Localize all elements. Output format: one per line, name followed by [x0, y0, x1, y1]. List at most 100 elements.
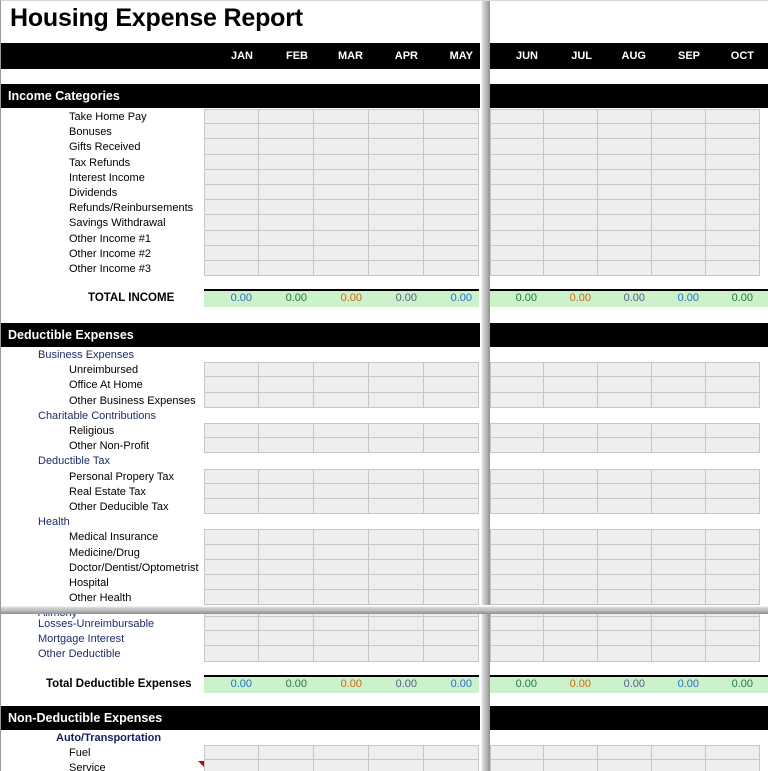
- income-row-10-cell-sep[interactable]: [652, 261, 706, 277]
- deductible-row-8-cell-mar[interactable]: [314, 468, 369, 484]
- deductible-below-row-1-cell-apr[interactable]: [369, 631, 424, 647]
- deductible-row-1-cell-sep[interactable]: [652, 362, 706, 378]
- deductible-below-row-0-cell-jun[interactable]: [490, 616, 544, 632]
- deductible-row-14-cell-jan[interactable]: [204, 559, 259, 575]
- deductible-row-9-cell-oct[interactable]: [706, 483, 760, 499]
- nondeductible-row-1-cell-sep[interactable]: [652, 745, 706, 761]
- deductible-row-14-cell-feb[interactable]: [259, 559, 314, 575]
- deductible-below-row-2-cell-jul[interactable]: [544, 646, 598, 662]
- deductible-row-13-cell-jul[interactable]: [544, 544, 598, 560]
- income-row-5-cell-jun[interactable]: [490, 185, 544, 201]
- income-row-7-cell-jun[interactable]: [490, 215, 544, 231]
- nondeductible-row-1-cell-apr[interactable]: [369, 745, 424, 761]
- deductible-row-8-cell-feb[interactable]: [259, 468, 314, 484]
- deductible-below-row-0-cell-oct[interactable]: [706, 616, 760, 632]
- nondeductible-row-1-cell-may[interactable]: [424, 745, 479, 761]
- deductible-row-2-cell-apr[interactable]: [369, 377, 424, 393]
- deductible-row-2-cell-sep[interactable]: [652, 377, 706, 393]
- deductible-row-6-cell-jun[interactable]: [490, 438, 544, 454]
- deductible-row-3-cell-jan[interactable]: [204, 392, 259, 408]
- income-row-6-cell-apr[interactable]: [369, 200, 424, 216]
- income-row-2-cell-may[interactable]: [424, 139, 479, 155]
- nondeductible-row-2-cell-may[interactable]: [424, 760, 479, 771]
- deductible-row-3-cell-may[interactable]: [424, 392, 479, 408]
- income-row-2-cell-aug[interactable]: [598, 139, 652, 155]
- deductible-row-3-cell-feb[interactable]: [259, 392, 314, 408]
- deductible-below-row-0-cell-feb[interactable]: [259, 616, 314, 632]
- nondeductible-row-1-cell-oct[interactable]: [706, 745, 760, 761]
- income-row-3-cell-oct[interactable]: [706, 154, 760, 170]
- deductible-below-row-0-cell-sep[interactable]: [652, 616, 706, 632]
- income-row-2-cell-sep[interactable]: [652, 139, 706, 155]
- income-row-0-cell-may[interactable]: [424, 109, 479, 125]
- deductible-row-13-cell-sep[interactable]: [652, 544, 706, 560]
- deductible-row-6-cell-apr[interactable]: [369, 438, 424, 454]
- income-row-1-cell-jul[interactable]: [544, 124, 598, 140]
- income-row-3-cell-may[interactable]: [424, 154, 479, 170]
- deductible-row-13-cell-may[interactable]: [424, 544, 479, 560]
- income-row-5-cell-oct[interactable]: [706, 185, 760, 201]
- income-row-6-cell-aug[interactable]: [598, 200, 652, 216]
- income-row-7-cell-may[interactable]: [424, 215, 479, 231]
- deductible-row-10-cell-aug[interactable]: [598, 499, 652, 515]
- income-row-8-cell-feb[interactable]: [259, 230, 314, 246]
- deductible-row-5-cell-oct[interactable]: [706, 423, 760, 439]
- income-row-4-cell-jan[interactable]: [204, 169, 259, 185]
- deductible-row-8-cell-sep[interactable]: [652, 468, 706, 484]
- deductible-below-row-2-cell-jun[interactable]: [490, 646, 544, 662]
- deductible-below-row-1-cell-jun[interactable]: [490, 631, 544, 647]
- deductible-below-row-2-cell-sep[interactable]: [652, 646, 706, 662]
- deductible-below-row-1-cell-oct[interactable]: [706, 631, 760, 647]
- deductible-row-1-cell-may[interactable]: [424, 362, 479, 378]
- deductible-row-5-cell-mar[interactable]: [314, 423, 369, 439]
- deductible-row-1-cell-jan[interactable]: [204, 362, 259, 378]
- income-row-9-cell-jan[interactable]: [204, 245, 259, 261]
- income-row-8-cell-oct[interactable]: [706, 230, 760, 246]
- nondeductible-row-2-cell-oct[interactable]: [706, 760, 760, 771]
- deductible-row-2-cell-oct[interactable]: [706, 377, 760, 393]
- deductible-row-5-cell-sep[interactable]: [652, 423, 706, 439]
- deductible-row-14-cell-jul[interactable]: [544, 559, 598, 575]
- deductible-below-row-1-cell-feb[interactable]: [259, 631, 314, 647]
- deductible-row-14-cell-aug[interactable]: [598, 559, 652, 575]
- deductible-row-13-cell-jan[interactable]: [204, 544, 259, 560]
- income-row-5-cell-may[interactable]: [424, 185, 479, 201]
- income-row-6-cell-mar[interactable]: [314, 200, 369, 216]
- income-row-8-cell-sep[interactable]: [652, 230, 706, 246]
- deductible-row-5-cell-jan[interactable]: [204, 423, 259, 439]
- nondeductible-row-2-cell-apr[interactable]: [369, 760, 424, 771]
- income-row-3-cell-mar[interactable]: [314, 154, 369, 170]
- deductible-row-16-cell-sep[interactable]: [652, 590, 706, 606]
- income-row-9-cell-may[interactable]: [424, 245, 479, 261]
- income-row-4-cell-feb[interactable]: [259, 169, 314, 185]
- deductible-row-15-cell-jul[interactable]: [544, 575, 598, 591]
- deductible-row-8-cell-jul[interactable]: [544, 468, 598, 484]
- income-row-5-cell-jul[interactable]: [544, 185, 598, 201]
- income-row-9-cell-sep[interactable]: [652, 245, 706, 261]
- income-row-2-cell-mar[interactable]: [314, 139, 369, 155]
- deductible-row-2-cell-jan[interactable]: [204, 377, 259, 393]
- income-row-3-cell-sep[interactable]: [652, 154, 706, 170]
- deductible-below-row-2-cell-aug[interactable]: [598, 646, 652, 662]
- deductible-row-8-cell-may[interactable]: [424, 468, 479, 484]
- income-row-0-cell-jun[interactable]: [490, 109, 544, 125]
- income-row-6-cell-oct[interactable]: [706, 200, 760, 216]
- deductible-row-6-cell-sep[interactable]: [652, 438, 706, 454]
- income-row-8-cell-may[interactable]: [424, 230, 479, 246]
- deductible-row-6-cell-jan[interactable]: [204, 438, 259, 454]
- income-row-4-cell-mar[interactable]: [314, 169, 369, 185]
- deductible-row-12-cell-feb[interactable]: [259, 529, 314, 545]
- income-row-6-cell-may[interactable]: [424, 200, 479, 216]
- income-row-4-cell-oct[interactable]: [706, 169, 760, 185]
- deductible-row-2-cell-may[interactable]: [424, 377, 479, 393]
- deductible-row-5-cell-apr[interactable]: [369, 423, 424, 439]
- income-row-0-cell-jan[interactable]: [204, 109, 259, 125]
- income-row-8-cell-jun[interactable]: [490, 230, 544, 246]
- income-row-2-cell-jun[interactable]: [490, 139, 544, 155]
- income-row-3-cell-aug[interactable]: [598, 154, 652, 170]
- deductible-below-row-1-cell-jul[interactable]: [544, 631, 598, 647]
- deductible-below-row-0-cell-jul[interactable]: [544, 616, 598, 632]
- income-row-8-cell-apr[interactable]: [369, 230, 424, 246]
- deductible-row-15-cell-may[interactable]: [424, 575, 479, 591]
- deductible-row-12-cell-aug[interactable]: [598, 529, 652, 545]
